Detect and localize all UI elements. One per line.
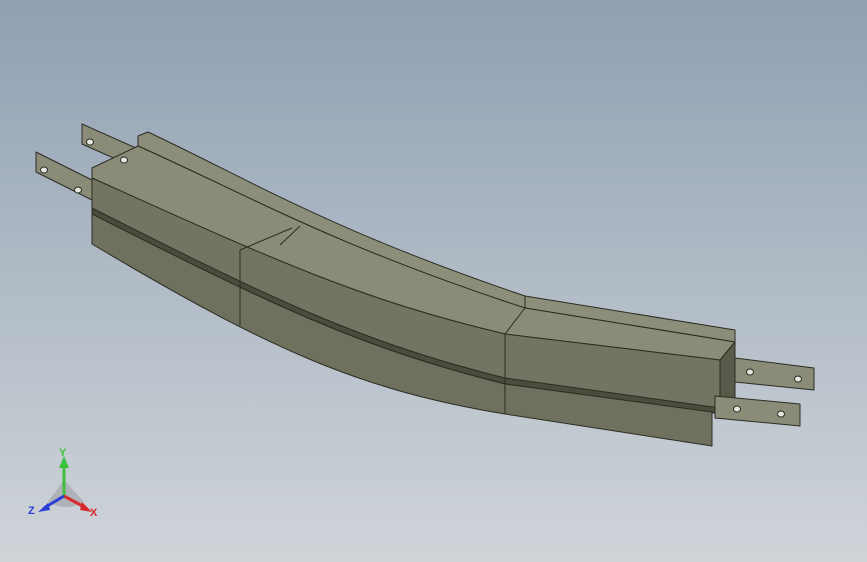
- z-axis-label: Z: [28, 505, 35, 517]
- graphics-viewport[interactable]: Y X Z: [0, 0, 867, 562]
- z-axis-arrow-icon: [38, 503, 50, 512]
- coordinate-triad[interactable]: Y X Z: [26, 446, 106, 522]
- curved-cable-tray-model[interactable]: [0, 0, 867, 562]
- bolt-hole: [40, 166, 48, 174]
- bolt-hole: [86, 138, 94, 146]
- x-axis-label: X: [90, 507, 98, 519]
- right-lower-connector-plate: [714, 395, 801, 427]
- bolt-hole: [746, 368, 754, 376]
- y-axis-label: Y: [59, 447, 67, 459]
- bolt-hole: [777, 410, 785, 418]
- bolt-hole: [794, 375, 802, 383]
- bolt-hole: [733, 405, 741, 413]
- bolt-hole: [120, 156, 128, 164]
- left-lower-connector-plate: [35, 151, 93, 201]
- bolt-hole: [74, 186, 82, 194]
